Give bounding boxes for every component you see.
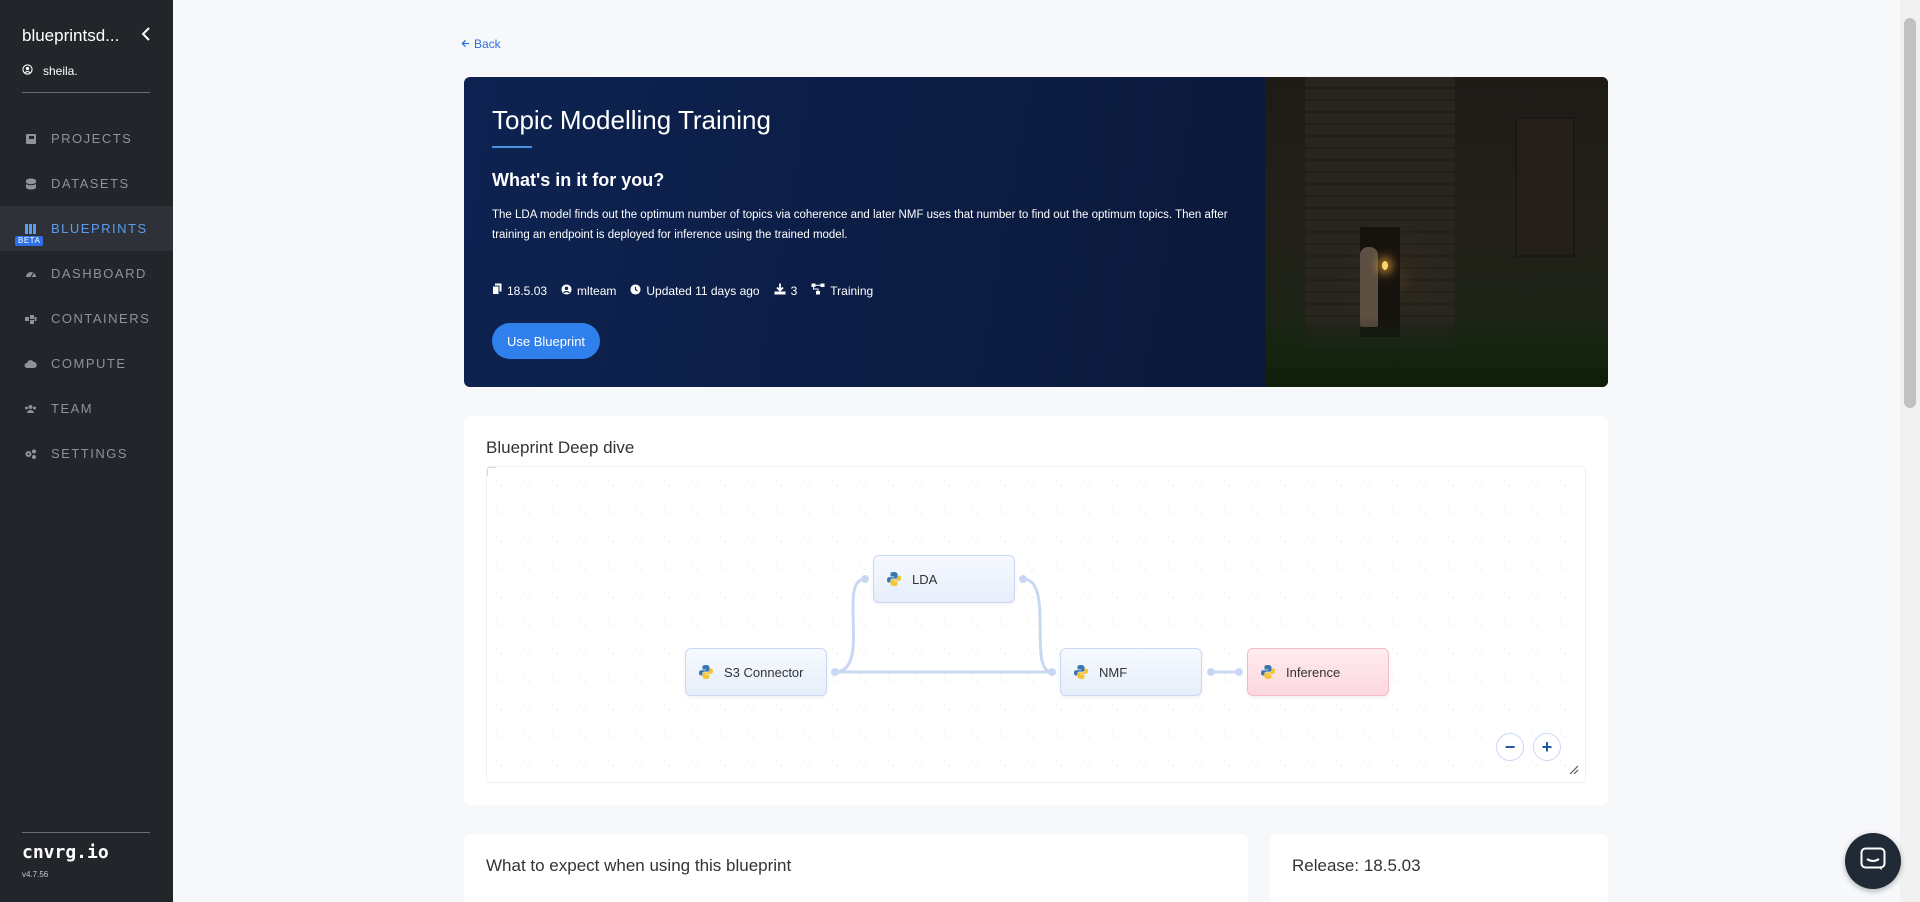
collapse-sidebar-icon[interactable] <box>140 26 152 46</box>
workspace-name[interactable]: blueprintsd... <box>22 26 119 46</box>
hero-image-figure <box>1360 247 1378 327</box>
flow-icon <box>811 283 825 298</box>
clock-icon <box>630 283 641 298</box>
cloud-icon <box>24 357 37 370</box>
team-icon <box>24 402 37 415</box>
sidebar-item-team[interactable]: TEAM <box>0 386 173 431</box>
database-icon <box>24 177 37 190</box>
hero-subtitle: What's in it for you? <box>492 170 665 190</box>
beta-badge: BETA <box>15 236 44 246</box>
sidebar-item-label: SETTINGS <box>51 446 129 461</box>
sidebar-item-settings[interactable]: SETTINGS <box>0 431 173 476</box>
hero-image-grass <box>1265 317 1608 387</box>
hero-description: The LDA model finds out the optimum numb… <box>492 209 1228 241</box>
zoom-in-button[interactable]: + <box>1533 733 1561 761</box>
python-icon <box>886 571 902 587</box>
brand-logo: cnvrg.io <box>22 842 109 863</box>
type-text: Training <box>830 283 874 298</box>
meta-version: 18.5.03 <box>492 283 547 298</box>
release-title: Release: 18.5.03 <box>1292 856 1421 875</box>
node-label: LDA <box>912 571 938 587</box>
blueprint-meta: 18.5.03 mlteam Updated 11 days ago 3 Tra… <box>492 283 873 298</box>
flow-edges <box>831 575 1243 676</box>
python-icon <box>1073 664 1089 680</box>
node-label: Inference <box>1286 664 1341 680</box>
deep-dive-title: Blueprint Deep dive <box>486 438 635 457</box>
sidebar-item-label: COMPUTE <box>51 356 127 371</box>
sidebar-item-label: TEAM <box>51 401 94 416</box>
node-s3-connector[interactable]: S3 Connector <box>685 648 827 696</box>
zoom-out-button[interactable]: − <box>1496 733 1524 761</box>
sidebar-item-label: PROJECTS <box>51 131 133 146</box>
book-icon <box>24 132 37 145</box>
download-icon <box>774 283 786 298</box>
gears-icon <box>24 447 37 460</box>
sidebar-item-label: BLUEPRINTS <box>51 221 148 236</box>
app-version: v4.7.56 <box>22 870 49 879</box>
sidebar: blueprintsd... sheila. PROJECTS DATASETS… <box>0 0 173 902</box>
node-lda[interactable]: LDA <box>873 555 1015 603</box>
sidebar-item-dashboard[interactable]: DASHBOARD <box>0 251 173 296</box>
blueprint-deep-dive-card: Blueprint Deep dive LDA S3 Connector NMF… <box>464 416 1608 805</box>
arrow-left-icon <box>461 37 470 51</box>
sidebar-item-containers[interactable]: CONTAINERS <box>0 296 173 341</box>
sidebar-divider <box>22 92 150 93</box>
author-text: mlteam <box>577 283 617 298</box>
page-scrollbar[interactable] <box>1900 0 1920 902</box>
resize-handle-icon[interactable] <box>1569 765 1579 778</box>
back-label: Back <box>474 37 501 51</box>
chat-launcher-button[interactable] <box>1845 833 1901 889</box>
edge-lda-nmf <box>1022 577 1053 674</box>
what-to-expect-card: What to expect when using this blueprint <box>464 834 1248 902</box>
version-text: 18.5.03 <box>507 283 548 298</box>
node-label: S3 Connector <box>724 664 804 680</box>
node-label: NMF <box>1099 664 1128 680</box>
hero-image <box>1265 77 1608 387</box>
user-menu[interactable]: sheila. <box>22 64 78 78</box>
hero-image-lantern <box>1382 261 1388 270</box>
use-blueprint-button[interactable]: Use Blueprint <box>492 323 601 359</box>
sidebar-item-compute[interactable]: COMPUTE <box>0 341 173 386</box>
meta-type: Training <box>811 283 873 298</box>
flow-canvas[interactable]: LDA S3 Connector NMF Inference − + <box>486 466 1586 783</box>
user-circle-icon <box>561 283 572 298</box>
sidebar-item-label: DATASETS <box>51 176 130 191</box>
release-card: Release: 18.5.03 <box>1270 834 1608 902</box>
node-nmf[interactable]: NMF <box>1060 648 1202 696</box>
page-title: Topic Modelling Training <box>492 105 771 135</box>
user-circle-icon <box>22 64 33 78</box>
python-icon <box>1260 664 1276 680</box>
node-inference[interactable]: Inference <box>1247 648 1389 696</box>
back-link[interactable]: Back <box>461 37 501 51</box>
meta-downloads: 3 <box>774 283 798 298</box>
hero-image-window <box>1515 117 1575 257</box>
downloads-text: 3 <box>790 283 798 298</box>
copy-icon <box>492 283 502 298</box>
updated-text: Updated 11 days ago <box>646 283 760 298</box>
expect-title: What to expect when using this blueprint <box>486 856 792 875</box>
edge-s3-lda <box>834 577 866 674</box>
meta-updated: Updated 11 days ago <box>630 283 760 298</box>
sidebar-bottom-divider <box>22 832 150 833</box>
sidebar-nav: PROJECTS DATASETS BETA BLUEPRINTS DASHBO… <box>0 116 173 476</box>
blueprint-hero: Topic Modelling Training What's in it fo… <box>464 77 1608 387</box>
python-icon <box>698 664 714 680</box>
blueprints-icon <box>24 222 37 235</box>
title-underline <box>492 146 532 148</box>
sidebar-item-projects[interactable]: PROJECTS <box>0 116 173 161</box>
workspace-row[interactable]: blueprintsd... <box>22 26 152 46</box>
meta-author: mlteam <box>561 284 616 298</box>
sidebar-item-label: DASHBOARD <box>51 266 147 281</box>
gauge-icon <box>24 267 37 280</box>
sidebar-item-datasets[interactable]: DATASETS <box>0 161 173 206</box>
user-name: sheila. <box>43 64 78 78</box>
sidebar-item-label: CONTAINERS <box>51 311 151 326</box>
sidebar-item-blueprints[interactable]: BETA BLUEPRINTS <box>0 206 173 251</box>
containers-icon <box>24 312 37 325</box>
chat-icon <box>1860 847 1886 876</box>
scrollbar-thumb[interactable] <box>1904 18 1916 408</box>
